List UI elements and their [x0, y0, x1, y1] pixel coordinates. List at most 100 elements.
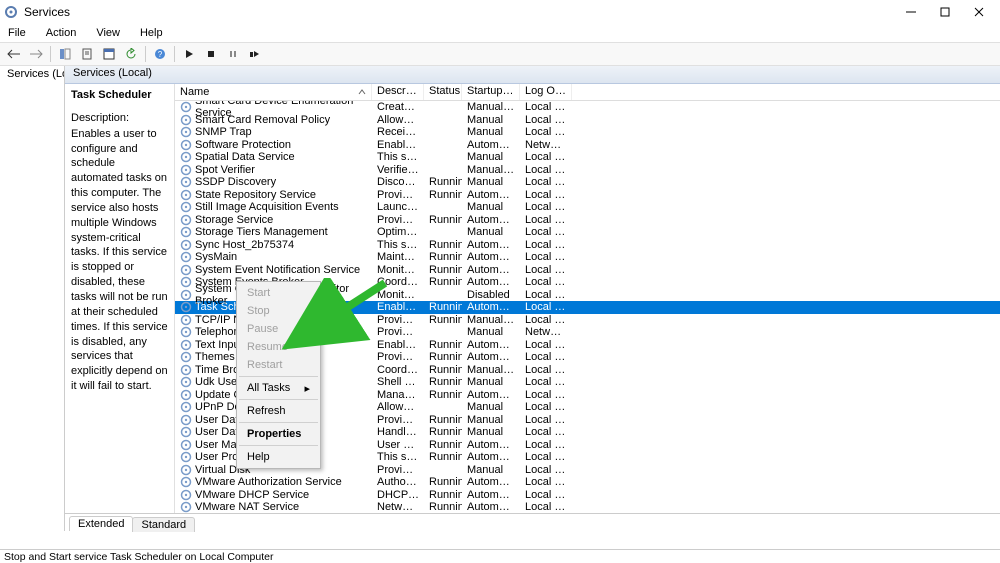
service-logon: Network S… [520, 326, 572, 338]
window-title: Services [24, 5, 904, 19]
content: Services (Loca Services (Local) Task Sch… [0, 66, 1000, 531]
service-row[interactable]: Smart Card Removal PolicyAllows the s…Ma… [175, 114, 1000, 127]
show-hide-tree-button[interactable] [55, 45, 75, 63]
col-header-startup[interactable]: Startup Type [462, 84, 520, 100]
service-description: Coordinates… [372, 276, 424, 288]
service-description: Verifies pot… [372, 164, 424, 176]
service-logon: Local Syst… [520, 264, 572, 276]
stop-service-button[interactable] [201, 45, 221, 63]
service-startup: Manual [462, 464, 520, 476]
service-row[interactable]: Software ProtectionEnables the …Automati… [175, 139, 1000, 152]
service-logon: Local Syst… [520, 226, 572, 238]
service-row[interactable]: Storage ServiceProvides en…RunningAutoma… [175, 214, 1000, 227]
service-row[interactable]: VMware NAT ServiceNetwork ad…RunningAuto… [175, 501, 1000, 513]
tree-root-label: Services (Loca [7, 68, 64, 80]
ctx-all-tasks[interactable]: All Tasks▸ [237, 379, 320, 397]
service-row[interactable]: VMware DHCP ServiceDHCP servic…RunningAu… [175, 489, 1000, 502]
service-row[interactable]: Spatial Data ServiceThis service …Manual… [175, 151, 1000, 164]
service-description: Handles sto… [372, 426, 424, 438]
ctx-help[interactable]: Help [237, 448, 320, 466]
service-name: System Event Notification Service [195, 264, 360, 276]
service-startup: Automatic [462, 189, 520, 201]
service-description: Optimizes t… [372, 226, 424, 238]
svg-text:?: ? [158, 50, 163, 59]
service-startup: Automatic (T… [462, 339, 520, 351]
service-startup: Manual [462, 114, 520, 126]
service-row[interactable]: VMware Authorization ServiceAuthorizati…… [175, 476, 1000, 489]
service-description: Provides re… [372, 189, 424, 201]
ctx-restart: Restart [237, 356, 320, 374]
service-logon: Local Syst… [520, 439, 572, 451]
service-name: SysMain [195, 251, 237, 263]
ctx-stop: Stop [237, 302, 320, 320]
menu-help[interactable]: Help [136, 27, 167, 39]
service-name: VMware Authorization Service [195, 476, 342, 488]
menu-action[interactable]: Action [42, 27, 81, 39]
toolbar: ? [0, 42, 1000, 66]
service-description: Launches a… [372, 201, 424, 213]
submenu-arrow-icon: ▸ [304, 382, 310, 395]
service-logon: Local Servi… [520, 401, 572, 413]
service-logon: Local Syst… [520, 251, 572, 263]
menu-view[interactable]: View [92, 27, 124, 39]
service-row[interactable]: SNMP TrapReceives tra…ManualLocal Servi… [175, 126, 1000, 139]
col-header-description[interactable]: Description [372, 84, 424, 100]
pane-header: Services (Local) [65, 66, 1000, 84]
service-logon: Local Servi… [520, 314, 572, 326]
view-tabs: Extended Standard [65, 513, 1000, 531]
service-status: Running [424, 301, 462, 313]
export-list-button[interactable] [77, 45, 97, 63]
tab-standard[interactable]: Standard [132, 517, 195, 532]
service-row[interactable]: Storage Tiers ManagementOptimizes t…Manu… [175, 226, 1000, 239]
service-status: Running [424, 351, 462, 363]
service-startup: Automatic [462, 251, 520, 263]
service-row[interactable]: System Event Notification ServiceMonitor… [175, 264, 1000, 277]
service-row[interactable]: Smart Card Device Enumeration ServiceCre… [175, 101, 1000, 114]
help-button[interactable]: ? [150, 45, 170, 63]
col-header-logon[interactable]: Log On As [520, 84, 572, 100]
service-description: Enables the … [372, 139, 424, 151]
service-name: Sync Host_2b75374 [195, 239, 294, 251]
properties-button[interactable] [99, 45, 119, 63]
main-pane: Services (Local) Task Scheduler Descript… [65, 66, 1000, 531]
service-logon: Local Syst… [520, 426, 572, 438]
service-description: This service … [372, 451, 424, 463]
service-startup: Automatic (T… [462, 439, 520, 451]
tree-pane[interactable]: Services (Loca [0, 66, 65, 531]
list-header[interactable]: Name Description Status Startup Type Log… [175, 84, 1000, 101]
tab-extended[interactable]: Extended [69, 516, 133, 531]
restart-service-button[interactable] [245, 45, 265, 63]
forward-button[interactable] [26, 45, 46, 63]
service-logon: Local Syst… [520, 451, 572, 463]
service-logon: Local Syst… [520, 489, 572, 501]
service-description: Enables text… [372, 339, 424, 351]
service-logon: Local Servi… [520, 364, 572, 376]
ctx-refresh[interactable]: Refresh [237, 402, 320, 420]
ctx-properties[interactable]: Properties [237, 425, 320, 443]
service-logon: Local Servi… [520, 126, 572, 138]
pause-service-button[interactable] [223, 45, 243, 63]
service-row[interactable]: State Repository ServiceProvides re…Runn… [175, 189, 1000, 202]
service-startup: Manual [462, 326, 520, 338]
start-service-button[interactable] [179, 45, 199, 63]
service-status: Running [424, 489, 462, 501]
service-row[interactable]: SysMainMaintains a…RunningAutomaticLocal… [175, 251, 1000, 264]
back-button[interactable] [4, 45, 24, 63]
menu-file[interactable]: File [4, 27, 30, 39]
service-row[interactable]: Spot VerifierVerifies pot…Manual (Trig…L… [175, 164, 1000, 177]
close-button[interactable] [972, 5, 986, 19]
maximize-button[interactable] [938, 5, 952, 19]
service-row[interactable]: Still Image Acquisition EventsLaunches a… [175, 201, 1000, 214]
service-logon: Local Syst… [520, 114, 572, 126]
col-header-name[interactable]: Name [175, 84, 372, 100]
minimize-button[interactable] [904, 5, 918, 19]
tree-root-services[interactable]: Services (Loca [0, 66, 64, 82]
service-row[interactable]: Sync Host_2b75374This service …RunningAu… [175, 239, 1000, 252]
service-description: This service … [372, 151, 424, 163]
menubar: File Action View Help [0, 24, 1000, 42]
refresh-button[interactable] [121, 45, 141, 63]
service-row[interactable]: SSDP DiscoveryDiscovers n…RunningManualL… [175, 176, 1000, 189]
service-logon: Local Syst… [520, 289, 572, 301]
col-header-status[interactable]: Status [424, 84, 462, 100]
service-status: Running [424, 251, 462, 263]
